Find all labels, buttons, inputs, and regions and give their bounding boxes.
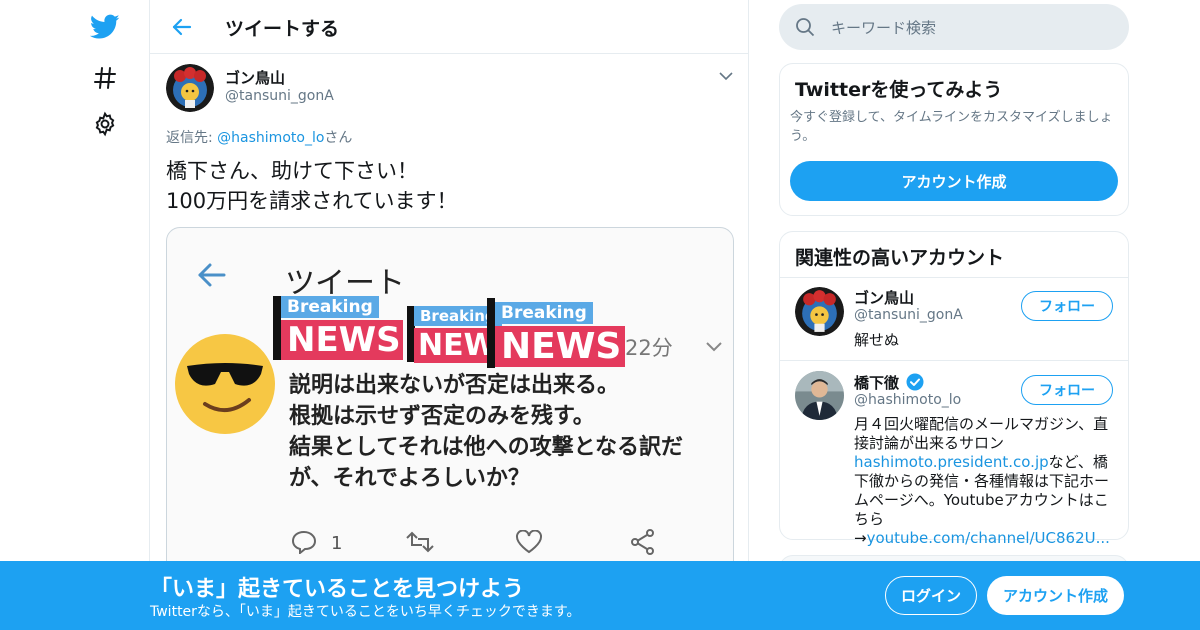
breaking-news-sticker: Breaking NEWS <box>281 296 403 360</box>
login-button[interactable]: ログイン <box>885 576 977 615</box>
reply-to-line: 返信先: @hashimoto_loさん <box>166 127 352 147</box>
media-action-bar: 1 <box>287 528 667 558</box>
author-name[interactable]: ゴン鳥山 <box>225 67 285 88</box>
reply-to-link[interactable]: @hashimoto_lo <box>217 130 324 146</box>
reply-prefix: 返信先: <box>166 130 218 146</box>
account-avatar[interactable] <box>795 371 844 420</box>
account-bio: 解せぬ <box>854 331 900 349</box>
main-column: ツイートする ゴン鳥山 @tansuni_gonA 返信先: @hashimot… <box>149 0 749 630</box>
related-accounts-title: 関連性の高いアカウント <box>795 247 1005 269</box>
main-header: ツイートする <box>150 0 749 54</box>
gear-icon[interactable] <box>88 107 122 141</box>
news-label: NEWS <box>495 326 625 367</box>
tweet-text: 橋下さん、助けて下さい！ 100万円を請求されています！ <box>166 159 458 213</box>
left-nav <box>0 0 150 630</box>
breaking-label: Breaking <box>281 296 379 318</box>
verified-badge-icon <box>906 373 924 391</box>
signup-card: Twitterを使ってみよう 今すぐ登録して、タイムラインをカスタマイズしましょ… <box>779 63 1129 216</box>
retweet-icon <box>406 531 434 553</box>
reply-icon <box>291 530 317 554</box>
account-name[interactable]: ゴン鳥山 <box>854 287 914 308</box>
share-icon <box>631 529 654 555</box>
banner-subtitle: Twitterなら、「いま」起きていることをいち早くチェックできます。 <box>150 604 581 620</box>
account-handle[interactable]: @tansuni_gonA <box>854 307 963 323</box>
account-name[interactable]: 橋下徹 <box>854 372 924 393</box>
media-chevron-icon <box>705 338 723 357</box>
twitter-logo-icon[interactable] <box>88 10 122 44</box>
sunglasses-emoji-icon <box>173 332 277 440</box>
follow-button[interactable]: フォロー <box>1021 291 1113 321</box>
account-handle[interactable]: @hashimoto_lo <box>854 392 961 408</box>
search-placeholder: キーワード検索 <box>831 19 937 37</box>
bio-link[interactable]: hashimoto.president.co.jp <box>854 453 1049 471</box>
page-title: ツイートする <box>225 18 340 40</box>
divider <box>780 360 1128 361</box>
follow-button[interactable]: フォロー <box>1021 375 1113 405</box>
search-icon <box>795 17 815 41</box>
chevron-down-icon[interactable] <box>718 68 736 86</box>
breaking-label: Breaking <box>495 302 593 324</box>
signup-banner: 「いま」起きていることを見つけよう Twitterなら、「いま」起きていることを… <box>0 561 1200 630</box>
author-handle[interactable]: @tansuni_gonA <box>225 88 334 104</box>
news-label: NEWS <box>281 320 403 360</box>
account-name-text: 橋下徹 <box>854 374 900 392</box>
create-account-button[interactable]: アカウント作成 <box>790 161 1118 201</box>
search-input[interactable]: キーワード検索 <box>779 4 1129 50</box>
divider <box>780 277 1128 278</box>
media-body-text: 説明は出来ないが否定は出来る。 根拠は示せず否定のみを残す。 結果としてそれは他… <box>289 373 684 491</box>
account-avatar[interactable] <box>795 287 844 336</box>
media-back-arrow-icon <box>197 262 227 292</box>
account-bio: 月４回火曜配信のメールマガジン、直接討論が出来るサロンhashimoto.pre… <box>854 415 1116 548</box>
reply-suffix: さん <box>324 130 353 146</box>
news-label: NEW <box>414 328 494 363</box>
breaking-news-sticker: Breaking NEWS <box>495 302 625 367</box>
signup-button[interactable]: アカウント作成 <box>987 576 1124 615</box>
banner-title: 「いま」起きていることを見つけよう <box>150 577 525 602</box>
reply-count: 1 <box>331 533 343 554</box>
hashtag-icon[interactable] <box>88 61 122 95</box>
sticker-bar <box>487 298 495 368</box>
bio-link[interactable]: youtube.com/channel/UC862U... <box>867 529 1110 547</box>
author-avatar[interactable] <box>166 64 214 112</box>
related-accounts-card: 関連性の高いアカウント ゴン鳥山 @tansuni_gonA 解せぬ フォロー … <box>779 231 1129 547</box>
back-arrow-icon[interactable] <box>168 13 196 41</box>
media-time: 22分 <box>625 336 673 360</box>
like-icon <box>516 530 542 554</box>
account-bio-text: 月４回火曜配信のメールマガジン、直接討論が出来るサロン <box>854 415 1109 452</box>
signup-card-title: Twitterを使ってみよう <box>795 79 1003 101</box>
signup-card-description: 今すぐ登録して、タイムラインをカスタマイズしましょう。 <box>790 110 1113 144</box>
